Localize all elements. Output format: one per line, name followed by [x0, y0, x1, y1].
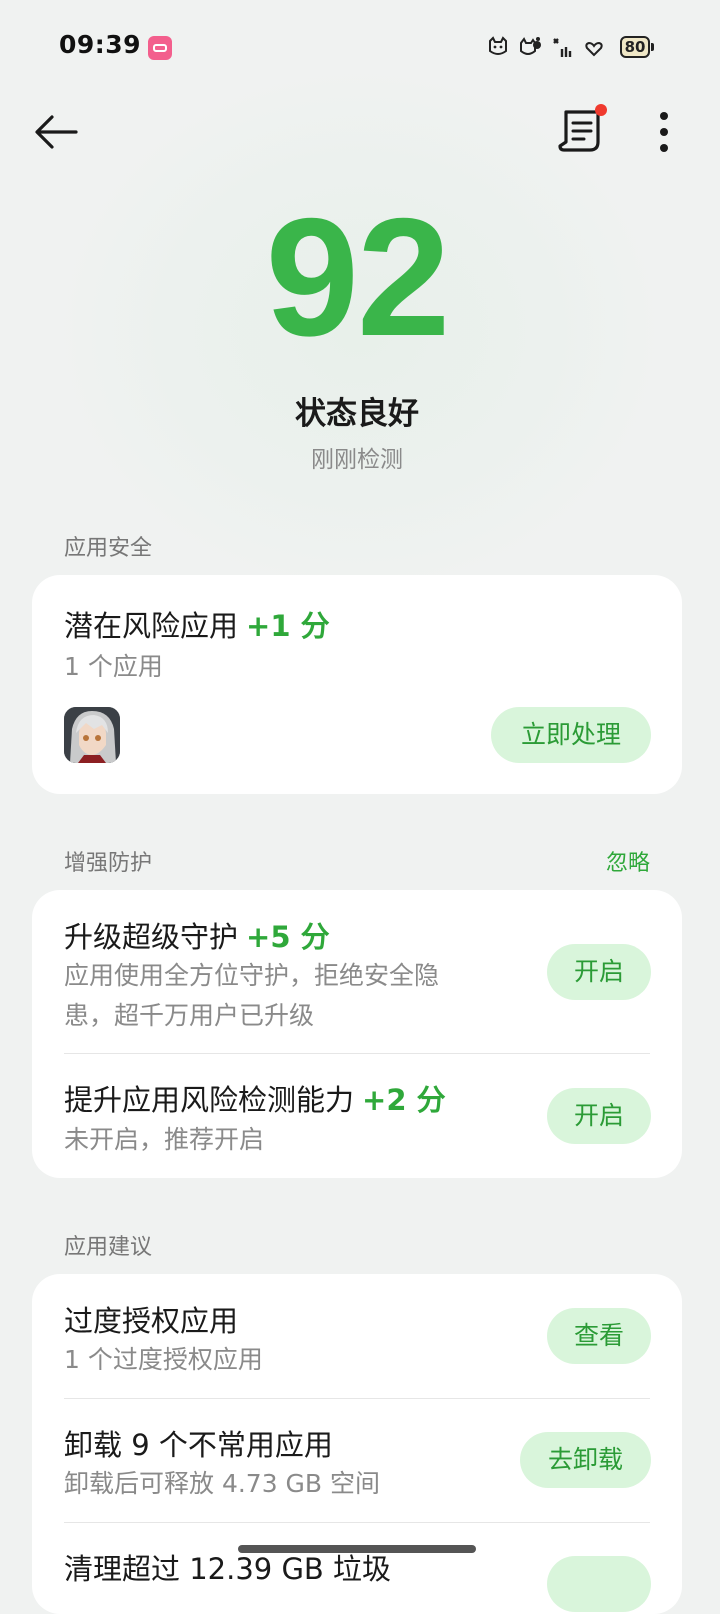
- risk-apps-title: 潜在风险应用 +1 分: [64, 609, 330, 643]
- ignore-link[interactable]: 忽略: [606, 845, 650, 877]
- bilibili-notification-icon: [148, 36, 172, 60]
- notification-dot: [595, 104, 607, 116]
- enhance-card: 升级超级守护 +5 分 应用使用全方位守护，拒绝安全隐 患，超千万用户已升级 开启…: [32, 890, 682, 1178]
- suggestions-card: 过度授权应用 1 个过度授权应用 查看 卸载 9 个不常用应用 卸载后可释放 4…: [32, 1274, 682, 1614]
- super-guard-enable-button[interactable]: 开启: [547, 944, 651, 1000]
- uninstall-button[interactable]: 去卸载: [520, 1432, 651, 1488]
- divider: [64, 1398, 650, 1399]
- security-score: 92: [265, 183, 451, 371]
- super-guard-desc-line1: 应用使用全方位守护，拒绝安全隐: [64, 961, 440, 990]
- divider: [64, 1053, 650, 1054]
- risk-apps-card[interactable]: 潜在风险应用 +1 分 1 个应用 立即处理: [32, 575, 682, 794]
- signal-heart-icon: [585, 41, 603, 57]
- view-button[interactable]: 查看: [547, 1308, 651, 1364]
- super-guard-title: 升级超级守护 +5 分: [64, 920, 330, 954]
- battery-indicator: 80: [620, 36, 654, 58]
- cat-face-icon: [489, 36, 507, 55]
- risk-detection-title: 提升应用风险检测能力 +2 分: [64, 1083, 446, 1117]
- over-permission-title: 过度授权应用: [64, 1304, 239, 1338]
- clean-junk-button[interactable]: [547, 1556, 651, 1612]
- risk-detection-enable-button[interactable]: 开启: [547, 1088, 651, 1144]
- cat-paw-icon: [520, 37, 541, 55]
- section-title-app-security: 应用安全: [64, 536, 153, 561]
- section-title-suggestions: 应用建议: [64, 1235, 153, 1260]
- divider: [64, 1522, 650, 1523]
- uninstall-title: 卸载 9 个不常用应用: [64, 1428, 333, 1462]
- uninstall-desc: 卸载后可释放 4.73 GB 空间: [64, 1469, 381, 1498]
- status-time: 09:39: [59, 30, 142, 59]
- risk-apps-count: 1 个应用: [64, 652, 163, 681]
- detection-time: 刚刚检测: [311, 447, 403, 473]
- handle-now-button[interactable]: 立即处理: [491, 707, 651, 763]
- super-guard-points: +5 分: [246, 920, 330, 954]
- section-title-enhance: 增强防护: [64, 851, 153, 876]
- risk-apps-points: +1 分: [246, 609, 330, 643]
- status-bar: 09:39 80: [0, 0, 720, 94]
- home-indicator[interactable]: [238, 1545, 476, 1553]
- risk-detection-desc: 未开启，推荐开启: [64, 1125, 265, 1154]
- back-arrow-icon[interactable]: [32, 108, 80, 156]
- risk-detection-points: +2 分: [362, 1083, 446, 1117]
- over-permission-desc: 1 个过度授权应用: [64, 1345, 263, 1374]
- super-guard-desc-line2: 患，超千万用户已升级: [64, 1001, 315, 1030]
- more-options-icon[interactable]: [648, 108, 680, 156]
- status-icons: [486, 30, 606, 64]
- sparkle-icon: [553, 38, 572, 57]
- anime-character-icon: [64, 707, 120, 763]
- risk-app-icon[interactable]: [64, 707, 120, 763]
- score-status: 状态良好: [295, 396, 419, 432]
